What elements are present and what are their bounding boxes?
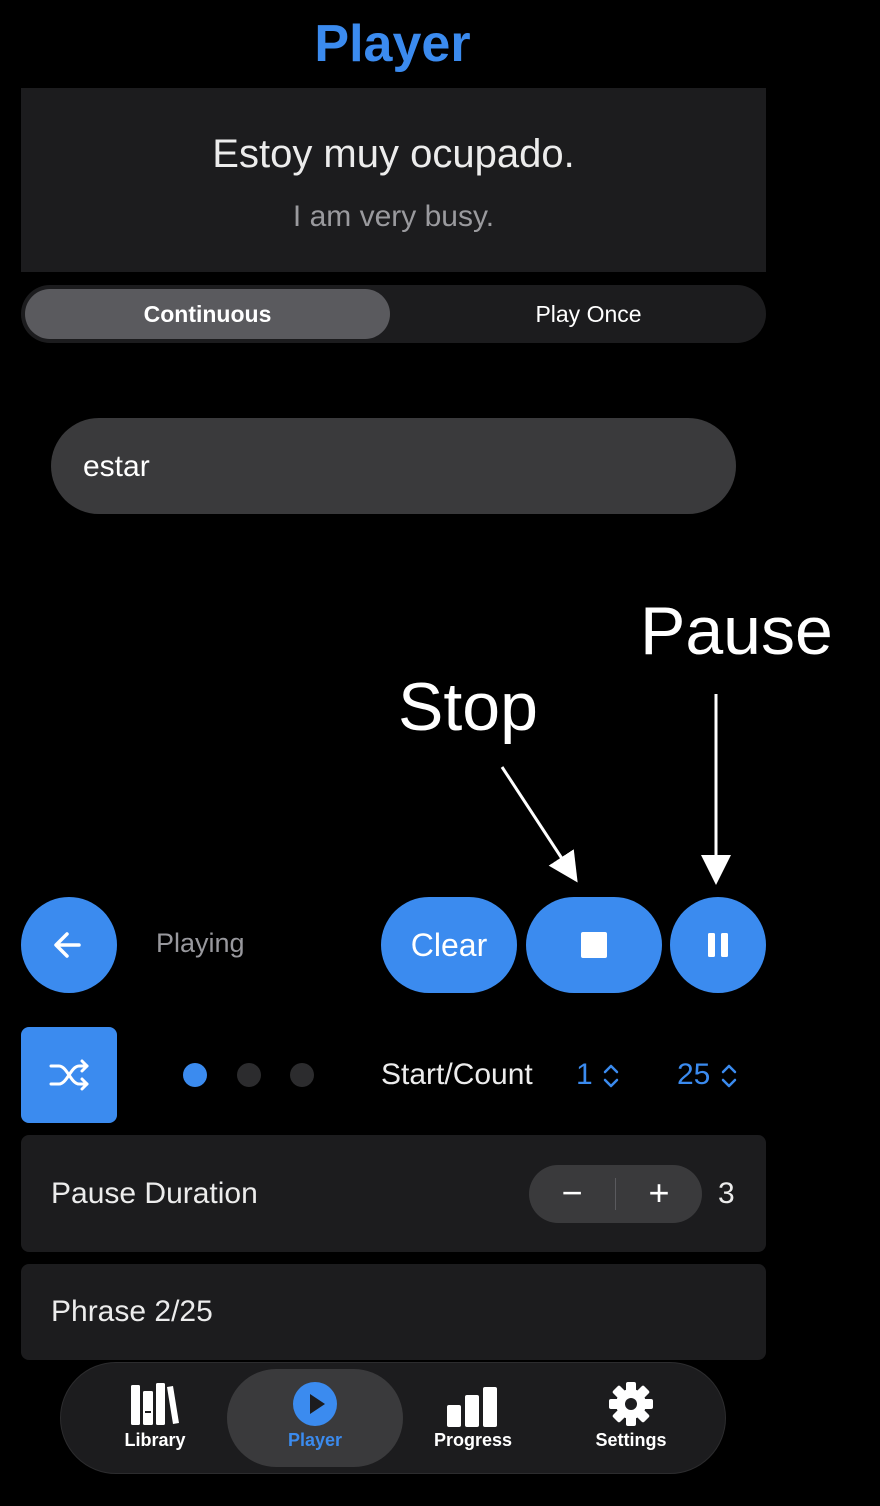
start-value: 1 bbox=[576, 1058, 593, 1091]
page-dot-3[interactable] bbox=[290, 1063, 314, 1087]
count-value-picker[interactable]: 25 bbox=[677, 1058, 739, 1092]
pause-icon bbox=[708, 933, 728, 957]
clear-button[interactable]: Clear bbox=[381, 897, 517, 993]
phrase-progress-row: Phrase 2/25 bbox=[21, 1264, 766, 1360]
count-value: 25 bbox=[677, 1058, 711, 1091]
page-dot-1[interactable] bbox=[183, 1063, 207, 1087]
page-dot-2[interactable] bbox=[237, 1063, 261, 1087]
tab-progress-label: Progress bbox=[433, 1430, 513, 1450]
library-icon bbox=[131, 1383, 179, 1425]
phrase-progress-label: Phrase 2/25 bbox=[51, 1295, 213, 1328]
playback-status: Playing bbox=[156, 928, 245, 958]
stop-icon bbox=[581, 932, 607, 958]
gear-icon bbox=[609, 1382, 653, 1426]
tab-player[interactable]: Player bbox=[227, 1369, 403, 1467]
tab-progress[interactable]: Progress bbox=[385, 1369, 561, 1467]
tab-library-label: Library bbox=[124, 1430, 186, 1450]
stop-arrow bbox=[500, 766, 578, 883]
shuffle-icon bbox=[49, 1059, 89, 1091]
tab-settings-label: Settings bbox=[595, 1430, 667, 1450]
bar-chart-icon bbox=[447, 1387, 497, 1427]
start-value-picker[interactable]: 1 bbox=[576, 1058, 621, 1092]
shuffle-button[interactable] bbox=[21, 1027, 117, 1123]
decrement-button[interactable]: − bbox=[529, 1165, 615, 1223]
tab-bar: Library Player Progress Settings bbox=[60, 1362, 726, 1474]
pause-duration-value: 3 bbox=[718, 1177, 735, 1210]
pause-button[interactable] bbox=[670, 897, 766, 993]
play-circle-icon bbox=[293, 1382, 337, 1426]
tab-library[interactable]: Library bbox=[67, 1369, 243, 1467]
chevron-up-down-icon bbox=[721, 1064, 736, 1088]
start-count-label: Start/Count bbox=[381, 1058, 533, 1091]
pause-duration-stepper: − + bbox=[529, 1165, 702, 1223]
tab-player-label: Player bbox=[287, 1430, 343, 1450]
tab-settings[interactable]: Settings bbox=[543, 1369, 719, 1467]
increment-button[interactable]: + bbox=[616, 1165, 702, 1223]
chevron-up-down-icon bbox=[603, 1064, 619, 1088]
annotation-arrows bbox=[500, 694, 731, 885]
stop-button[interactable] bbox=[526, 897, 662, 993]
pause-duration-label: Pause Duration bbox=[51, 1177, 258, 1210]
back-button[interactable] bbox=[21, 897, 117, 993]
arrow-left-icon bbox=[54, 932, 81, 958]
